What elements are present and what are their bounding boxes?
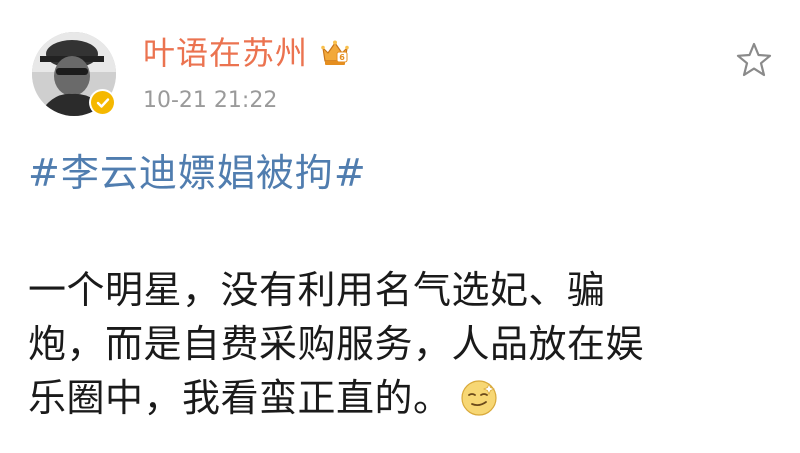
hashtag-link[interactable]: #李云迪嫖娼被拘# — [28, 149, 367, 197]
weibo-post-card: 叶语在苏州 6 10-21 21:22 #李云迪嫖娼被拘# 一个明星，没有利用名… — [0, 0, 800, 453]
post-body-line-last: 乐圈中，我看蛮正直的。 — [28, 371, 768, 425]
post-timestamp: 10-21 21:22 — [143, 88, 278, 113]
crown-badge-icon[interactable]: 6 — [320, 38, 350, 68]
post-body: 一个明星，没有利用名气选妃、骗 炮，而是自费采购服务，人品放在娱 乐圈中，我看蛮… — [28, 263, 768, 425]
star-outline-icon[interactable] — [734, 40, 774, 80]
author-avatar-container[interactable] — [32, 32, 116, 116]
svg-text:6: 6 — [339, 53, 345, 62]
smirk-emoji-icon — [460, 380, 497, 416]
author-row: 叶语在苏州 6 — [143, 33, 350, 73]
verified-badge-icon — [89, 89, 116, 116]
author-username[interactable]: 叶语在苏州 — [143, 33, 308, 73]
post-body-line-text: 乐圈中，我看蛮正直的。 — [28, 376, 452, 420]
post-body-line: 一个明星，没有利用名气选妃、骗 — [28, 268, 606, 312]
post-body-line: 炮，而是自费采购服务，人品放在娱 — [28, 322, 645, 366]
